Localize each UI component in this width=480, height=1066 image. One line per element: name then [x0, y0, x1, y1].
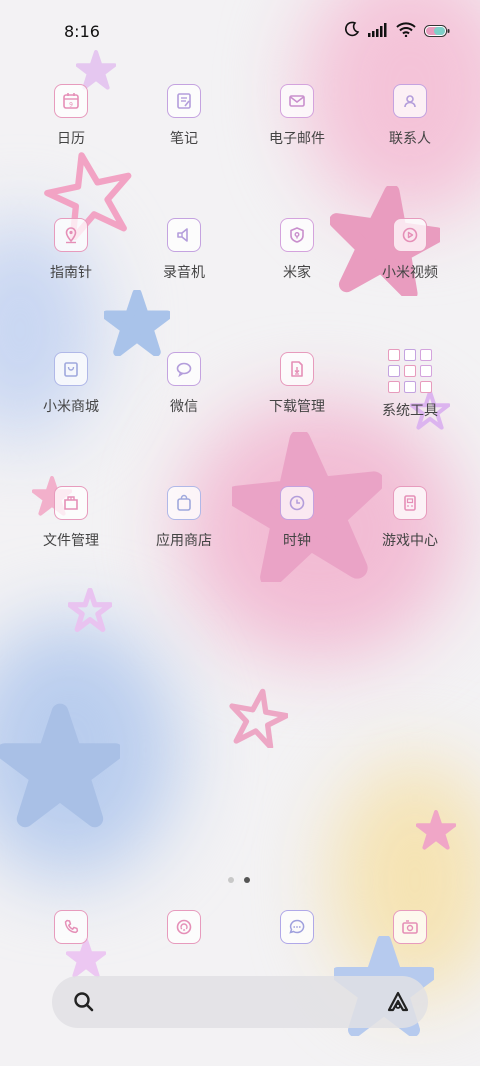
app-label: 系统工具 [382, 403, 438, 419]
notes-icon [167, 84, 201, 118]
dock-browser[interactable] [128, 910, 240, 950]
app-label: 文件管理 [43, 533, 99, 549]
app-system-tools-folder[interactable]: 系统工具 [354, 349, 466, 452]
app-label: 指南针 [50, 265, 92, 281]
wifi-icon [396, 21, 416, 41]
app-mijia[interactable]: 米家 [241, 218, 353, 318]
dock-messages[interactable] [241, 910, 353, 950]
calendar-icon: 9 [54, 84, 88, 118]
page-dot-active[interactable] [244, 877, 250, 883]
star-decoration [416, 810, 456, 850]
page-indicator[interactable] [228, 877, 250, 883]
app-clock[interactable]: 时钟 [241, 486, 353, 586]
game-icon [393, 486, 427, 520]
page-dot[interactable] [228, 877, 234, 883]
app-compass[interactable]: 指南针 [15, 218, 127, 318]
assistant-icon[interactable] [386, 990, 410, 1018]
app-label: 应用商店 [156, 533, 212, 549]
app-contacts[interactable]: 联系人 [354, 84, 466, 184]
app-label: 录音机 [163, 265, 205, 281]
star-decoration [0, 703, 120, 828]
clock-icon [280, 486, 314, 520]
wechat-icon [167, 352, 201, 386]
messages-icon [280, 910, 314, 944]
mail-icon [280, 84, 314, 118]
svg-text:9: 9 [69, 102, 73, 109]
app-label: 电子邮件 [269, 131, 325, 147]
files-icon [54, 486, 88, 520]
app-calendar[interactable]: 9 日历 [15, 84, 127, 184]
search-bar[interactable] [52, 976, 428, 1028]
folder-icon [387, 348, 433, 394]
app-label: 时钟 [283, 533, 311, 549]
status-time: 8:16 [64, 22, 100, 41]
app-label: 日历 [57, 131, 85, 147]
store-icon [54, 352, 88, 386]
app-label: 微信 [170, 399, 198, 415]
dock-camera[interactable] [354, 910, 466, 950]
phone-icon [54, 910, 88, 944]
app-label: 游戏中心 [382, 533, 438, 549]
app-notes[interactable]: 笔记 [128, 84, 240, 184]
app-game-center[interactable]: 游戏中心 [354, 486, 466, 586]
video-icon [393, 218, 427, 252]
app-mi-store[interactable]: 小米商城 [15, 352, 127, 452]
app-label: 米家 [283, 265, 311, 281]
app-downloads[interactable]: 下载管理 [241, 352, 353, 452]
star-decoration [229, 688, 288, 748]
status-bar: 8:16 [0, 0, 480, 62]
app-file-manager[interactable]: 文件管理 [15, 486, 127, 586]
moon-icon [344, 21, 360, 41]
app-label: 联系人 [389, 131, 431, 147]
app-recorder[interactable]: 录音机 [128, 218, 240, 318]
star-decoration [68, 588, 112, 632]
app-mi-video[interactable]: 小米视频 [354, 218, 466, 318]
app-wechat[interactable]: 微信 [128, 352, 240, 452]
browser-icon [167, 910, 201, 944]
signal-icon [368, 22, 388, 41]
app-app-store[interactable]: 应用商店 [128, 486, 240, 586]
search-icon[interactable] [72, 990, 96, 1018]
dock-phone[interactable] [15, 910, 127, 950]
app-label: 小米视频 [382, 265, 438, 281]
camera-icon [393, 910, 427, 944]
app-label: 下载管理 [269, 399, 325, 415]
app-label: 笔记 [170, 131, 198, 147]
recorder-icon [167, 218, 201, 252]
compass-icon [54, 218, 88, 252]
app-mail[interactable]: 电子邮件 [241, 84, 353, 184]
home-icon [280, 218, 314, 252]
download-icon [280, 352, 314, 386]
contacts-icon [393, 84, 427, 118]
battery-icon [424, 22, 450, 41]
app-label: 小米商城 [43, 399, 99, 415]
appstore-icon [167, 486, 201, 520]
